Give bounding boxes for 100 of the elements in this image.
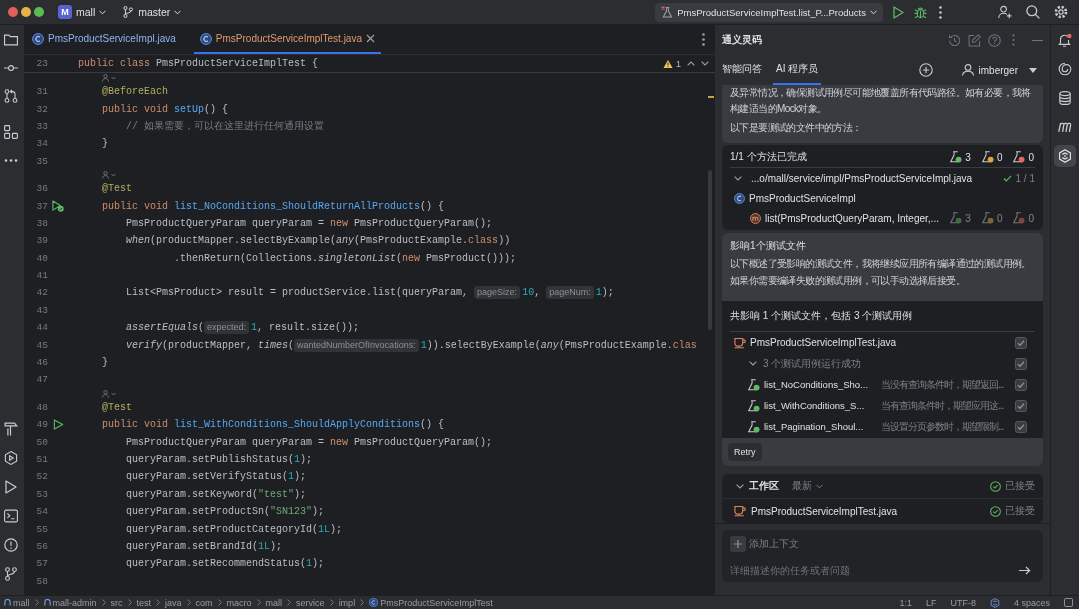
line-separator[interactable]: LF (925, 597, 937, 608)
test-flask-icon (950, 151, 963, 163)
parameter-hint: expected: (204, 321, 250, 335)
database-icon[interactable] (1058, 91, 1072, 105)
assistant-tab[interactable]: 智能问答 (719, 55, 765, 85)
test-group-label: 3 个测试用例运行成功 (763, 356, 862, 371)
settings-icon[interactable] (1054, 5, 1068, 19)
debug-icon[interactable] (914, 5, 927, 19)
cursor-position[interactable]: 1:1 (899, 597, 912, 608)
pull-request-icon[interactable] (3, 89, 18, 103)
chevron-down-icon[interactable] (736, 483, 744, 489)
plus-circle-icon[interactable] (918, 63, 933, 77)
file-path[interactable]: ...o/mall/service/impl/PmsProductServiceImpl.java (751, 172, 973, 184)
zoom-window-icon[interactable] (34, 7, 44, 17)
test-description: 当没有查询条件时，期望返回... (881, 377, 1004, 392)
close-icon[interactable] (366, 34, 375, 43)
run-icon[interactable] (3, 480, 18, 494)
retry-button[interactable]: Retry (728, 443, 762, 461)
chevron-up-icon[interactable] (687, 61, 695, 66)
task-input[interactable]: 详细描述你的任务或者问题 (730, 565, 1019, 576)
editor-tab[interactable]: PmsProductServiceImplTest.java (193, 25, 381, 54)
folder-icon[interactable] (3, 33, 18, 47)
help-icon[interactable] (988, 33, 1001, 47)
history-icon[interactable] (948, 33, 961, 47)
breadcrumb[interactable]: mall-admin (43, 597, 97, 608)
line-number: 31 (35, 86, 48, 98)
terminal-icon[interactable] (3, 509, 18, 523)
more-icon[interactable] (939, 5, 942, 19)
branch-selector[interactable]: master (119, 2, 185, 22)
spiral-icon[interactable] (1058, 62, 1072, 76)
run-configuration-selector[interactable]: PmsProductServiceImplTest.list_P...Products (655, 2, 883, 22)
class-icon (32, 32, 44, 45)
close-window-icon[interactable] (8, 7, 18, 17)
test-flask-icon (981, 151, 994, 163)
more-icon[interactable] (702, 33, 705, 46)
code-text: when(productMapper.selectByExample(any(PmsProductExample.class)) (126, 235, 511, 247)
more-icon[interactable] (3, 159, 18, 162)
breadcrumb[interactable]: com (195, 597, 213, 608)
line-number: 37 (35, 200, 48, 212)
stylized-m-icon[interactable] (1058, 120, 1072, 134)
code-text: queryParam.setProductSn("SN123"); (126, 506, 325, 518)
breadcrumb[interactable]: test (136, 597, 152, 608)
chevron-down-icon[interactable] (701, 61, 709, 66)
chevron-right-icon (156, 599, 161, 606)
line-number: 46 (35, 357, 48, 369)
filter-dropdown[interactable]: 最新 (792, 479, 823, 493)
chevron-down-icon[interactable] (734, 175, 742, 181)
breadcrumb[interactable]: PmsProductServiceImplTest (369, 597, 493, 608)
class-name: PmsProductServiceImpl (749, 192, 856, 204)
test-count: 0 (996, 212, 1003, 224)
chevron-right-icon (34, 599, 39, 606)
author-hint-icon[interactable] (102, 74, 116, 82)
bell-icon[interactable] (1058, 33, 1072, 47)
code-text: } (102, 357, 109, 369)
breadcrumb[interactable]: macro (226, 597, 252, 608)
breadcrumb[interactable]: java (165, 597, 182, 608)
file-encoding[interactable]: UTF-8 (950, 597, 976, 608)
module-icon (4, 599, 11, 606)
indent-setting[interactable]: 4 spaces (1013, 597, 1050, 608)
test-flask-icon (1013, 212, 1026, 224)
user-menu[interactable]: imberger (961, 55, 1037, 85)
author-hint-icon[interactable] (102, 170, 116, 179)
progress-heading: 1/1 个方法已完成 (730, 150, 807, 164)
services-icon[interactable] (3, 451, 18, 465)
file-name[interactable]: PmsProductServiceImplTest.java (751, 505, 898, 517)
class-icon (199, 32, 212, 45)
run-check-icon[interactable] (52, 200, 64, 213)
assistant-status-icon[interactable] (989, 597, 1000, 608)
editor-tab[interactable]: PmsProductServiceImpl.java (26, 25, 182, 54)
run-icon[interactable] (52, 419, 64, 431)
breadcrumb[interactable]: service (296, 597, 325, 608)
hammer-icon[interactable] (3, 422, 18, 436)
structure-icon[interactable] (3, 125, 18, 139)
breadcrumb[interactable]: src (110, 597, 123, 608)
chevron-right-icon (287, 599, 292, 606)
edit-icon[interactable] (968, 33, 981, 47)
project-selector[interactable]: M mall (55, 2, 110, 22)
add-context-button[interactable]: 添加上下文 (730, 536, 799, 552)
breadcrumb[interactable]: mall (4, 597, 30, 608)
minimize-window-icon[interactable] (21, 7, 31, 17)
search-icon[interactable] (1026, 5, 1040, 19)
layout-icon[interactable] (1064, 598, 1073, 607)
author-hint-icon[interactable] (102, 389, 116, 398)
code-text: queryParam.setPublishStatus(1); (126, 454, 313, 465)
git-branch-icon[interactable] (3, 567, 18, 581)
chevron-right-icon (256, 599, 261, 606)
code-text: List<PmsProduct> result = productService.list(queryParam, (126, 287, 469, 299)
add-user-icon[interactable] (998, 5, 1012, 19)
code-text: queryParam.setVerifyStatus(1); (126, 471, 307, 483)
send-icon[interactable] (1019, 566, 1031, 575)
caret-down-icon (1029, 67, 1037, 73)
breadcrumb[interactable]: mall (265, 597, 283, 608)
breadcrumb[interactable]: impl (338, 597, 356, 608)
run-icon[interactable] (893, 5, 904, 19)
line-number: 55 (35, 523, 48, 535)
problems-indicator[interactable]: 1 (663, 58, 681, 69)
problems-icon[interactable] (3, 538, 18, 552)
line-number: 51 (35, 454, 48, 465)
code-text: } (102, 138, 109, 150)
test-flask-icon (981, 212, 994, 224)
